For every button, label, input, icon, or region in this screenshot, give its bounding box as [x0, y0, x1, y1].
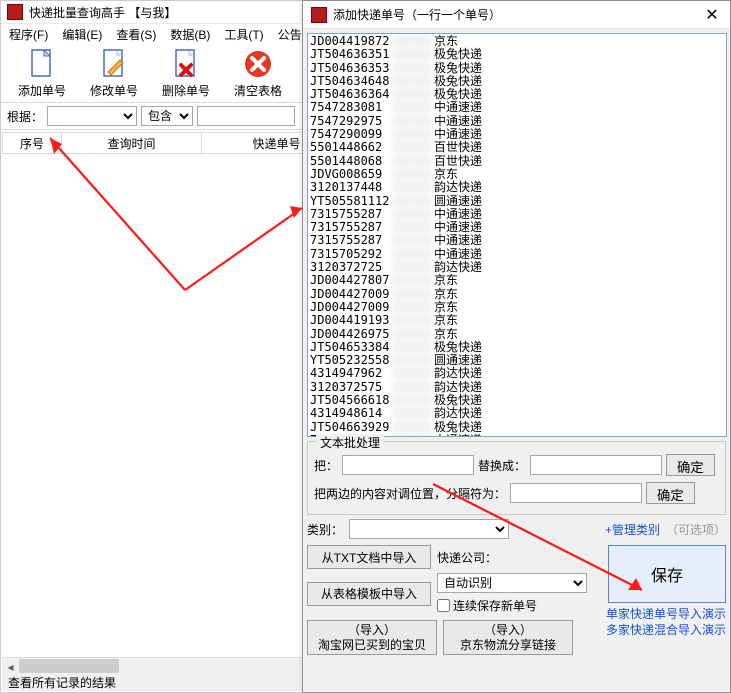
col-index[interactable]: 序号: [2, 132, 62, 154]
tracking-row[interactable]: 7547292975中通速递: [310, 115, 724, 128]
app-icon: [7, 4, 23, 20]
import-from-txt-button[interactable]: 从TXT文档中导入: [307, 545, 431, 569]
tracking-row[interactable]: JT504663929极兔快递: [310, 421, 724, 434]
clear-table-button[interactable]: 清空表格: [223, 46, 293, 101]
replace-to-label: 替换成：: [478, 457, 526, 474]
menu-edit[interactable]: 编辑(E): [58, 24, 106, 45]
add-number-button[interactable]: 添加单号: [7, 46, 77, 101]
window-title: 快递批量查询高手 【与我】: [29, 4, 176, 21]
dialog-title: 添加快递单号（一行一个单号）: [333, 6, 501, 23]
tracking-row[interactable]: 3120137448韵达快递: [310, 181, 724, 194]
import-taobao-top: （导入）: [348, 623, 396, 637]
import-taobao-button[interactable]: （导入） 淘宝网已买到的宝贝: [307, 620, 437, 655]
tracking-row[interactable]: JD004427807京东: [310, 274, 724, 287]
import-from-template-button[interactable]: 从表格模板中导入: [307, 582, 431, 606]
swap-confirm-button[interactable]: 确定: [646, 482, 695, 504]
multi-demo-link[interactable]: 多家快递混合导入演示: [606, 623, 726, 637]
swap-label: 把两边的内容对调位置，分隔符为：: [314, 485, 506, 502]
save-label: 保存: [651, 562, 683, 586]
import-taobao-bottom: 淘宝网已买到的宝贝: [318, 638, 426, 652]
import-jd-button[interactable]: （导入） 京东物流分享链接: [443, 620, 573, 655]
status-text: 查看所有记录的结果: [8, 674, 116, 691]
tracking-row[interactable]: 5501448662百世快递: [310, 141, 724, 154]
close-icon[interactable]: ✕: [702, 5, 722, 25]
category-select[interactable]: [349, 519, 509, 539]
tracking-row[interactable]: JD004426975京东: [310, 328, 724, 341]
tracking-row[interactable]: 3120372575韵达快递: [310, 381, 724, 394]
scroll-left-icon[interactable]: ◂: [2, 658, 19, 675]
replace-to-input[interactable]: [530, 455, 662, 475]
delete-number-button[interactable]: 删除单号: [151, 46, 221, 101]
operator-select[interactable]: 包含: [141, 106, 193, 126]
demo-links: 单家快递单号导入演示 多家快递混合导入演示: [606, 607, 726, 638]
tracking-row[interactable]: JD004419872京东: [310, 35, 724, 48]
add-tracking-dialog: 添加快递单号（一行一个单号） ✕ JD004419872京东JT50463635…: [302, 0, 731, 693]
tracking-row[interactable]: JD004419193京东: [310, 314, 724, 327]
tracking-row[interactable]: 7315755287中通速递: [310, 208, 724, 221]
optional-hint: （可选项）: [666, 521, 726, 538]
batch-legend: 文本批处理: [316, 434, 384, 451]
import-jd-top: （导入）: [484, 623, 532, 637]
keep-new-checkbox[interactable]: 连续保存新单号: [437, 597, 587, 614]
tracking-row[interactable]: 4314947962韵达快递: [310, 367, 724, 380]
tracking-row[interactable]: YT505232558圆通速递: [310, 354, 724, 367]
edit-doc-icon: [98, 48, 130, 80]
tracking-row[interactable]: JT504634648极兔快递: [310, 75, 724, 88]
scroll-thumb[interactable]: [19, 659, 119, 673]
replace-from-input[interactable]: [342, 455, 474, 475]
tracking-row[interactable]: 7315755287中通速递: [310, 221, 724, 234]
tracking-row[interactable]: JT504636351极兔快递: [310, 48, 724, 61]
single-demo-link[interactable]: 单家快递单号导入演示: [606, 607, 726, 621]
edit-number-label: 修改单号: [90, 82, 138, 99]
dialog-titlebar: 添加快递单号（一行一个单号） ✕: [303, 1, 730, 29]
batch-group: 文本批处理 把： 替换成： 确定 把两边的内容对调位置，分隔符为： 确定: [307, 441, 726, 515]
basis-select[interactable]: [47, 106, 137, 126]
category-label: 类别：: [307, 521, 343, 538]
clear-table-label: 清空表格: [234, 82, 282, 99]
menu-view[interactable]: 查看(S): [112, 24, 160, 45]
tracking-row[interactable]: YT505581112圆通速递: [310, 195, 724, 208]
tracking-row[interactable]: JT504636353极兔快递: [310, 62, 724, 75]
tracking-row[interactable]: 7315705292中通速递: [310, 248, 724, 261]
tracking-row[interactable]: JDVG008659京东: [310, 168, 724, 181]
edit-number-button[interactable]: 修改单号: [79, 46, 149, 101]
menu-data[interactable]: 数据(B): [166, 24, 214, 45]
manage-category-link[interactable]: +管理类别: [605, 521, 660, 538]
add-doc-icon: [26, 48, 58, 80]
basis-label: 根据：: [7, 108, 43, 125]
tracking-input[interactable]: JD004419872京东JT504636351极兔快递JT504636353极…: [307, 33, 727, 437]
replace-from-label: 把：: [314, 457, 338, 474]
delete-number-label: 删除单号: [162, 82, 210, 99]
tracking-row[interactable]: JT504653384极兔快递: [310, 341, 724, 354]
replace-confirm-button[interactable]: 确定: [666, 454, 715, 476]
save-button[interactable]: 保存: [608, 545, 726, 603]
swap-delim-input[interactable]: [510, 483, 642, 503]
company-label: 快递公司：: [437, 549, 497, 566]
tracking-row[interactable]: 4314948614韵达快递: [310, 407, 724, 420]
bottom-area: 类别： +管理类别 （可选项） 从TXT文档中导入 快递公司： 从表格模板中导入…: [307, 519, 726, 655]
tracking-row[interactable]: JT504566618极兔快递: [310, 394, 724, 407]
tracking-row[interactable]: 5501448068百世快递: [310, 155, 724, 168]
tracking-row[interactable]: JD004427009京东: [310, 288, 724, 301]
filter-input[interactable]: [197, 106, 295, 126]
tracking-row[interactable]: 7547290099中通速递: [310, 128, 724, 141]
tracking-row[interactable]: JD004427009京东: [310, 301, 724, 314]
tracking-row[interactable]: 3120372725韵达快递: [310, 261, 724, 274]
dialog-app-icon: [311, 7, 327, 23]
tracking-row[interactable]: 7547283081中通速递: [310, 101, 724, 114]
menu-program[interactable]: 程序(F): [5, 24, 52, 45]
keep-new-checkbox-input[interactable]: [437, 599, 450, 612]
keep-new-label: 连续保存新单号: [453, 597, 537, 614]
company-select[interactable]: 自动识别: [437, 573, 587, 593]
col-time[interactable]: 查询时间: [62, 132, 202, 154]
import-jd-bottom: 京东物流分享链接: [460, 638, 556, 652]
tracking-row[interactable]: JT504636364极兔快递: [310, 88, 724, 101]
menu-tools[interactable]: 工具(T): [220, 24, 267, 45]
add-number-label: 添加单号: [18, 82, 66, 99]
clear-icon: [242, 48, 274, 80]
tracking-row[interactable]: 7315755287中通速递: [310, 234, 724, 247]
delete-doc-icon: [170, 48, 202, 80]
